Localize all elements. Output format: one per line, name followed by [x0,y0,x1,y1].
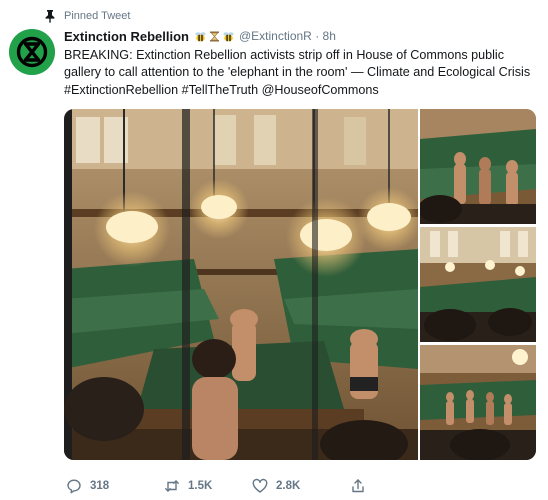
like-button[interactable]: 2.8K [252,478,350,494]
pinned-label: Pinned Tweet [64,10,131,22]
like-count: 2.8K [276,480,301,492]
reply-icon [67,479,81,494]
avatar[interactable] [9,29,55,75]
retweet-count: 1.5K [188,480,213,492]
retweet-icon [165,480,179,492]
photo-3[interactable] [420,227,536,342]
tweet-header: Extinction Rebellion @ExtinctionR · 8h [64,28,336,44]
share-icon [352,479,364,493]
tweet-text: BREAKING: Extinction Rebellion activists… [64,48,534,97]
separator: · [315,29,320,43]
heart-icon [252,478,268,493]
handle[interactable]: @ExtinctionR [239,29,312,43]
gallery-row-photo [420,345,536,460]
commons-chamber-photo [64,109,418,460]
timestamp[interactable]: 8h [323,29,336,43]
photo-1[interactable] [64,109,418,460]
chamber-wide-photo [420,227,536,342]
retweet-button[interactable]: 1.5K [164,478,252,494]
display-name[interactable]: Extinction Rebellion [64,29,189,44]
photo-2[interactable] [420,109,536,224]
reply-count: 318 [90,480,110,492]
bee-emoji-icon [195,31,206,41]
tweet-actions: 318 1.5K 2.8K [66,477,526,495]
pin-icon [45,10,55,23]
extinction-symbol-icon [9,29,55,75]
activists-standing-photo [420,109,536,224]
hourglass-emoji-icon [209,31,219,41]
photo-4[interactable] [420,345,536,460]
bee-emoji-icon [223,31,234,41]
media-grid [64,109,536,460]
name-emoji [195,31,234,42]
reply-button[interactable]: 318 [66,478,164,494]
share-button[interactable] [350,478,370,494]
pinned-tweet-indicator: Pinned Tweet [44,9,130,23]
